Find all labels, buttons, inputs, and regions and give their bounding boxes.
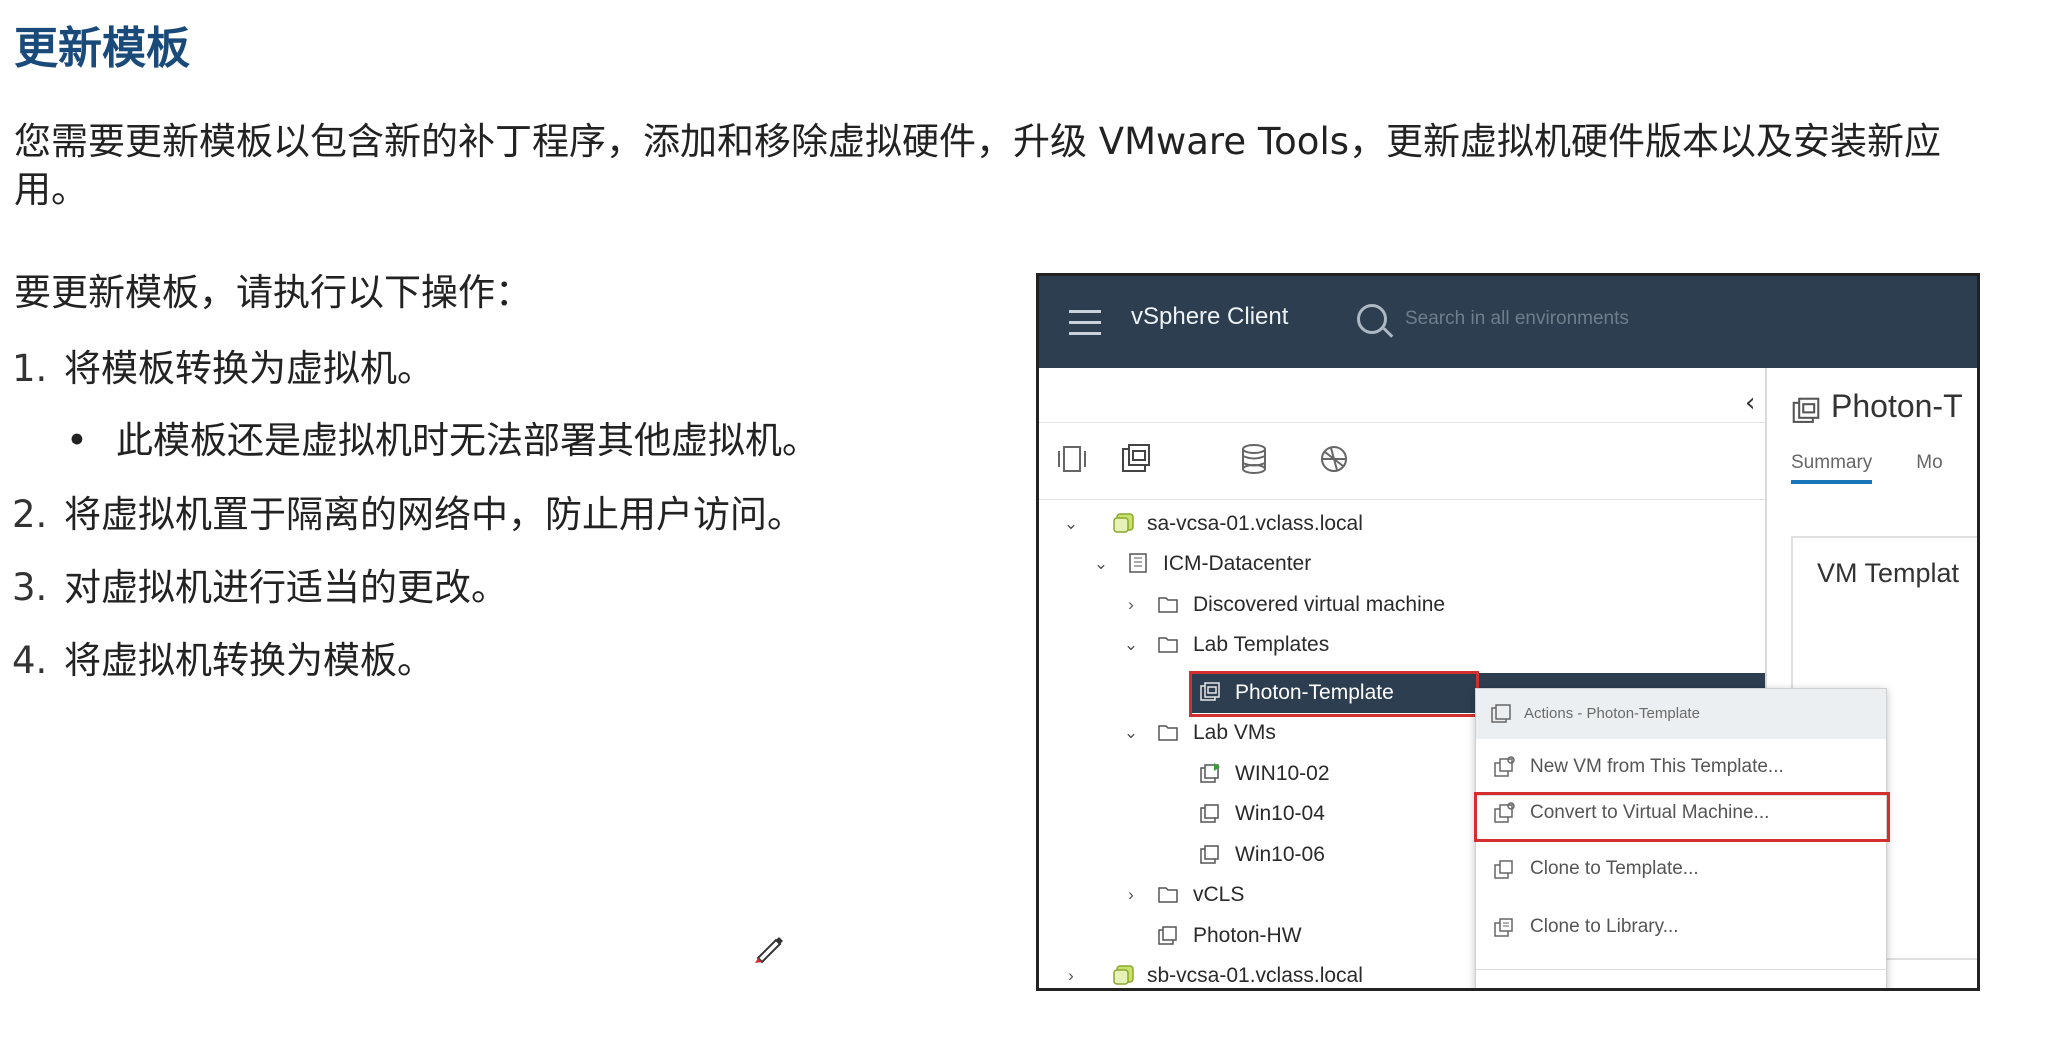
detail-tabs: Summary Mo bbox=[1791, 452, 1943, 484]
actions-context-menu: Actions - Photon-Template New VM from Th… bbox=[1474, 688, 1890, 988]
vms-templates-tab-icon[interactable] bbox=[1119, 443, 1153, 475]
step-2: 2. 将虚拟机置于隔离的网络中，防止用户访问。 bbox=[12, 484, 804, 538]
step-number: 4. bbox=[12, 639, 48, 682]
app-brand: vSphere Client bbox=[1131, 303, 1289, 330]
tree-item-label: vCLS bbox=[1193, 883, 1245, 906]
datacenter-icon bbox=[1129, 553, 1147, 573]
card-title: VM Templat bbox=[1817, 558, 1960, 588]
search-icon[interactable] bbox=[1357, 304, 1387, 334]
expand-chevron-icon[interactable]: ⌄ bbox=[1123, 713, 1139, 753]
tree-item-label: Win10-04 bbox=[1235, 802, 1325, 825]
slide-title: 更新模板 bbox=[14, 23, 190, 74]
expand-chevron-icon[interactable]: › bbox=[1123, 875, 1139, 915]
tree-item-label: WIN10-02 bbox=[1235, 762, 1330, 785]
step-number: 3. bbox=[12, 566, 48, 609]
menu-item-label: Clone to Library... bbox=[1530, 916, 1679, 937]
folder-icon bbox=[1158, 637, 1178, 653]
collapse-panel-chevron-icon[interactable]: ‹ bbox=[1745, 388, 1755, 418]
vm-icon bbox=[1158, 926, 1177, 945]
tree-item-label: sa-vcsa-01.vclass.local bbox=[1147, 512, 1363, 535]
tab-monitor[interactable]: Mo bbox=[1916, 452, 1942, 473]
menu-item-clone-to-library[interactable]: Clone to Library... bbox=[1476, 899, 1886, 955]
menu-separator bbox=[1476, 969, 1886, 970]
hamburger-menu-icon[interactable] bbox=[1069, 310, 1101, 343]
expand-chevron-icon[interactable]: ⌄ bbox=[1123, 625, 1139, 665]
expand-chevron-icon[interactable]: ⌄ bbox=[1093, 544, 1109, 584]
step-number: 2. bbox=[12, 493, 48, 536]
bullet-text: 此模板还是虚拟机时无法部署其他虚拟机。 bbox=[116, 419, 819, 462]
clone-template-icon bbox=[1494, 860, 1513, 879]
template-icon bbox=[1792, 397, 1820, 423]
highlight-box bbox=[1474, 792, 1890, 842]
networking-tab-icon[interactable] bbox=[1317, 443, 1351, 475]
expand-chevron-icon[interactable]: ⌄ bbox=[1063, 504, 1079, 544]
tab-summary[interactable]: Summary bbox=[1791, 452, 1873, 484]
step-text: 将虚拟机转换为模板。 bbox=[64, 639, 434, 682]
template-icon bbox=[1491, 704, 1511, 723]
vm-icon bbox=[1200, 804, 1219, 823]
vcenter-icon bbox=[1113, 513, 1134, 533]
step-number: 1. bbox=[12, 347, 48, 390]
step-text: 将虚拟机置于隔离的网络中，防止用户访问。 bbox=[64, 493, 804, 536]
folder-icon bbox=[1158, 597, 1178, 613]
bullet-note: • 此模板还是虚拟机时无法部署其他虚拟机。 bbox=[66, 410, 819, 464]
inventory-tabs bbox=[1039, 422, 1765, 500]
tree-item-label: Lab VMs bbox=[1193, 721, 1276, 744]
highlight-box bbox=[1189, 671, 1479, 717]
expand-chevron-icon[interactable]: › bbox=[1123, 585, 1139, 625]
vm-icon bbox=[1200, 845, 1219, 864]
folder-icon bbox=[1158, 725, 1178, 741]
menu-item-label: Clone to Template... bbox=[1530, 858, 1699, 879]
new-vm-icon bbox=[1494, 756, 1515, 777]
detail-title: Photon-T bbox=[1831, 388, 1963, 424]
step-1: 1. 将模板转换为虚拟机。 bbox=[12, 338, 434, 392]
menu-item-clone-to-template[interactable]: Clone to Template... bbox=[1476, 841, 1886, 897]
storage-tab-icon[interactable] bbox=[1237, 443, 1271, 475]
vm-powered-on-icon bbox=[1200, 763, 1220, 783]
search-input[interactable]: Search in all environments bbox=[1405, 308, 1629, 330]
tree-item-label: Photon-HW bbox=[1193, 924, 1302, 947]
tree-item-label: Lab Templates bbox=[1193, 633, 1330, 656]
vsphere-screenshot: vSphere Client Search in all environment… bbox=[1036, 273, 1980, 991]
step-text: 将模板转换为虚拟机。 bbox=[64, 347, 434, 390]
lead-text: 要更新模板，请执行以下操作： bbox=[14, 271, 532, 314]
intro-paragraph: 您需要更新模板以包含新的补丁程序，添加和移除虚拟硬件，升级 VMware Too… bbox=[14, 120, 1941, 211]
vsphere-topbar: vSphere Client Search in all environment… bbox=[1039, 276, 1977, 368]
step-text: 对虚拟机进行适当的更改。 bbox=[64, 566, 508, 609]
folder-icon bbox=[1158, 887, 1178, 903]
vcenter-icon bbox=[1113, 965, 1134, 985]
step-3: 3. 对虚拟机进行适当的更改。 bbox=[12, 557, 508, 611]
pen-cursor-icon bbox=[755, 937, 783, 964]
bullet-icon: • bbox=[66, 419, 88, 462]
tree-item-label: sb-vcsa-01.vclass.local bbox=[1147, 964, 1363, 987]
tree-item-label: ICM-Datacenter bbox=[1163, 552, 1312, 575]
context-menu-header: Actions - Photon-Template bbox=[1476, 689, 1886, 739]
expand-chevron-icon[interactable]: › bbox=[1063, 956, 1079, 988]
hosts-clusters-tab-icon[interactable] bbox=[1055, 443, 1089, 475]
tree-item-label: Win10-06 bbox=[1235, 843, 1325, 866]
tree-item-label: Discovered virtual machine bbox=[1193, 593, 1446, 616]
context-menu-header-label: Actions - Photon-Template bbox=[1524, 705, 1700, 722]
step-4: 4. 将虚拟机转换为模板。 bbox=[12, 630, 434, 684]
clone-library-icon bbox=[1494, 918, 1513, 937]
